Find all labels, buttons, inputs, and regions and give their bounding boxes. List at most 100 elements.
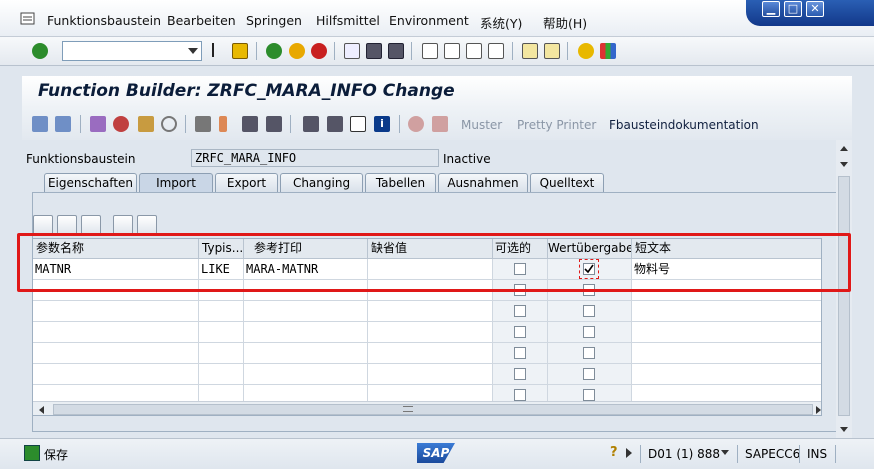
status-message[interactable]: 保存	[44, 446, 68, 463]
first-page-icon[interactable]	[422, 43, 438, 59]
copy-icon[interactable]	[57, 215, 77, 235]
back-icon[interactable]	[266, 43, 282, 59]
scroll-down-icon[interactable]	[840, 162, 848, 167]
pass-by-value-checkbox[interactable]	[583, 326, 595, 338]
paste-icon[interactable]	[81, 215, 101, 235]
optional-checkbox[interactable]	[514, 326, 526, 338]
cancel-icon[interactable]	[311, 43, 327, 59]
menu-bearbeiten[interactable]: Bearbeiten	[167, 13, 236, 28]
help-icon[interactable]	[578, 43, 594, 59]
optional-checkbox[interactable]	[514, 389, 526, 401]
save-icon[interactable]	[232, 43, 248, 59]
menu-hilfsmittel[interactable]: Hilfsmittel	[316, 13, 380, 28]
navigation-icon[interactable]	[266, 116, 282, 132]
print-icon[interactable]	[344, 43, 360, 59]
list-icon[interactable]	[327, 116, 343, 132]
menu-funktionsbaustein[interactable]: Funktionsbaustein	[47, 13, 161, 28]
tab-quelltext[interactable]: Quelltext	[530, 173, 604, 192]
new-session-icon[interactable]	[522, 43, 538, 59]
tab-eigenschaften[interactable]: Eigenschaften	[44, 173, 137, 192]
scroll-down-icon[interactable]	[840, 427, 848, 432]
table-cell[interactable]	[244, 301, 368, 322]
activate-icon[interactable]	[161, 116, 177, 132]
table-cell[interactable]	[244, 364, 368, 385]
table-cell[interactable]	[368, 322, 493, 343]
insert-row-icon[interactable]	[113, 215, 133, 235]
hierarchy-icon[interactable]	[303, 116, 319, 132]
find-next-icon[interactable]	[388, 43, 404, 59]
optional-checkbox[interactable]	[514, 368, 526, 380]
menu-help[interactable]: 帮助(H)	[543, 13, 587, 32]
table-cell[interactable]	[368, 364, 493, 385]
tab-export[interactable]: Export	[215, 173, 278, 192]
pass-by-value-checkbox[interactable]	[583, 305, 595, 317]
menu-system[interactable]: 系统(Y)	[480, 13, 522, 32]
expand-icon[interactable]	[626, 448, 632, 458]
close-button[interactable]: ✕	[806, 1, 824, 17]
maximize-button[interactable]: □	[784, 1, 802, 17]
chevron-down-icon[interactable]	[188, 48, 198, 54]
pass-by-value-checkbox[interactable]	[583, 389, 595, 401]
menu-springen[interactable]: Springen	[246, 13, 302, 28]
enter-icon[interactable]	[32, 43, 48, 59]
shortcut-icon[interactable]	[544, 43, 560, 59]
active-inactive-icon[interactable]	[113, 116, 129, 132]
table-cell[interactable]	[33, 343, 199, 364]
pass-by-value-checkbox[interactable]	[583, 368, 595, 380]
object-list-icon[interactable]	[242, 116, 258, 132]
info-icon[interactable]: i	[374, 116, 390, 132]
scroll-thumb[interactable]	[53, 404, 813, 415]
where-used-icon[interactable]	[195, 116, 211, 132]
table-cell[interactable]	[199, 322, 244, 343]
minimize-button[interactable]: ▁	[762, 1, 780, 17]
tab-ausnahmen[interactable]: Ausnahmen	[438, 173, 528, 192]
scroll-thumb[interactable]	[838, 176, 850, 416]
table-horizontal-scrollbar[interactable]	[33, 401, 821, 415]
table-cell[interactable]	[632, 301, 821, 322]
system-info[interactable]: D01 (1) 888	[648, 447, 720, 461]
previous-page-icon[interactable]	[444, 43, 460, 59]
delete-row-icon[interactable]	[137, 215, 157, 235]
cut-icon[interactable]	[33, 215, 53, 235]
next-page-icon[interactable]	[466, 43, 482, 59]
scroll-up-icon[interactable]	[840, 146, 848, 151]
optional-checkbox[interactable]	[514, 305, 526, 317]
table-cell[interactable]	[33, 322, 199, 343]
table-cell[interactable]	[368, 343, 493, 364]
customize-layout-icon[interactable]	[600, 43, 616, 59]
table-cell[interactable]	[33, 364, 199, 385]
table-cell[interactable]	[33, 301, 199, 322]
back-arrow-icon[interactable]	[212, 43, 222, 57]
table-cell[interactable]	[244, 322, 368, 343]
table-cell[interactable]	[199, 364, 244, 385]
help-icon[interactable]: ?	[610, 445, 622, 461]
table-cell[interactable]	[632, 343, 821, 364]
back-arrow-icon[interactable]	[32, 116, 48, 132]
tab-changing[interactable]: Changing	[280, 173, 363, 192]
menu-environment[interactable]: Environment	[389, 13, 469, 28]
check-icon[interactable]	[138, 116, 154, 132]
scroll-left-icon[interactable]	[39, 406, 44, 414]
tree-icon[interactable]	[350, 116, 366, 132]
table-cell[interactable]	[244, 343, 368, 364]
display-change-icon[interactable]	[90, 116, 106, 132]
forward-arrow-icon[interactable]	[55, 116, 71, 132]
table-cell[interactable]	[199, 343, 244, 364]
scroll-right-icon[interactable]	[816, 406, 821, 414]
last-page-icon[interactable]	[488, 43, 504, 59]
test-icon[interactable]	[219, 116, 227, 132]
exit-icon[interactable]	[289, 43, 305, 59]
find-icon[interactable]	[366, 43, 382, 59]
table-cell[interactable]	[368, 301, 493, 322]
pass-by-value-checkbox[interactable]	[583, 347, 595, 359]
chevron-down-icon[interactable]	[721, 450, 729, 455]
insert-mode[interactable]: INS	[807, 447, 827, 461]
table-cell[interactable]	[632, 322, 821, 343]
table-cell[interactable]	[632, 364, 821, 385]
tab-import[interactable]: Import	[139, 173, 213, 192]
tab-tabellen[interactable]: Tabellen	[365, 173, 436, 192]
table-cell[interactable]	[199, 301, 244, 322]
sap-menu-icon[interactable]	[20, 12, 36, 29]
fbausteindokumentation-button[interactable]: Fbausteindokumentation	[609, 118, 759, 132]
optional-checkbox[interactable]	[514, 347, 526, 359]
